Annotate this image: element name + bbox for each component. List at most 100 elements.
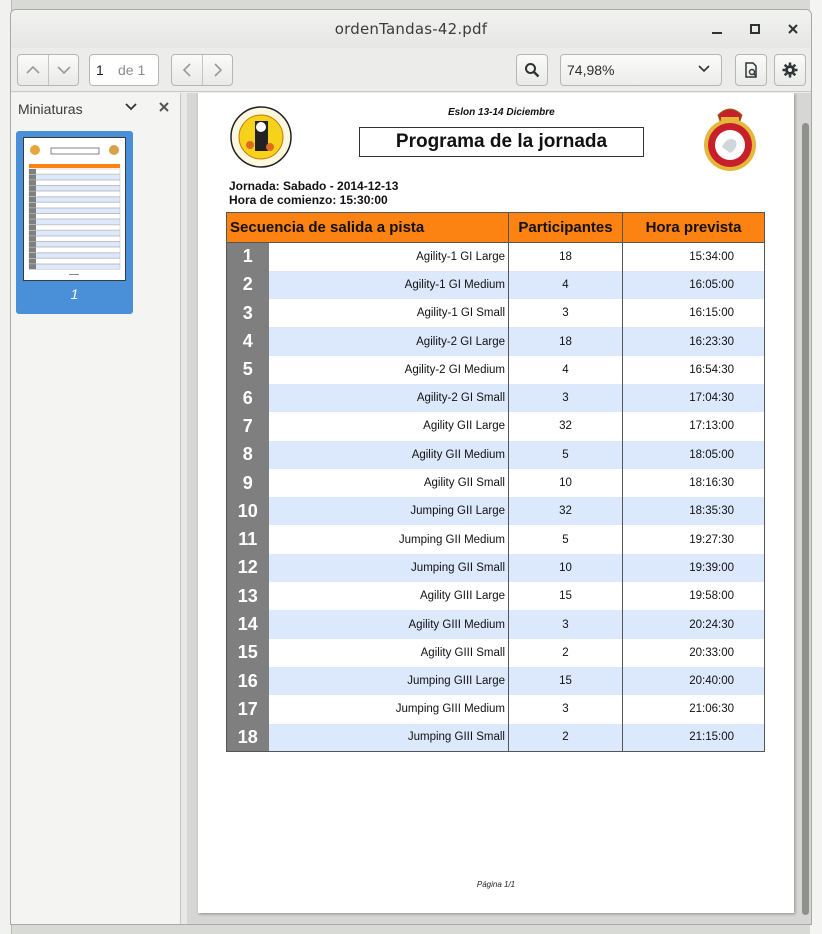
- thumbnail-row: [28, 236, 121, 242]
- row-participants: 4: [508, 355, 623, 384]
- thumbnail-row-index: [29, 208, 36, 214]
- vertical-scrollbar[interactable]: [802, 123, 809, 915]
- row-index: 11: [226, 525, 269, 554]
- next-page-button[interactable]: [48, 54, 78, 85]
- thumbnail-row: [28, 241, 121, 247]
- thumbnail-row: [28, 191, 121, 197]
- chevron-up-icon: [26, 65, 40, 74]
- close-sidebar-button[interactable]: [158, 100, 170, 117]
- real-sociedad-canina-seal: [704, 108, 756, 171]
- row-participants: 3: [508, 383, 623, 413]
- page-nav-group: [17, 53, 79, 86]
- page-number-field[interactable]: 1 de 1: [89, 53, 159, 86]
- maximize-icon: [750, 24, 760, 34]
- row-round-name: Agility-1 GI Small: [268, 299, 509, 328]
- chevron-down-icon[interactable]: [125, 101, 137, 113]
- row-round-name: Jumping GIII Small: [268, 723, 509, 753]
- row-index: 10: [226, 497, 269, 526]
- row-participants: 2: [508, 723, 623, 753]
- thumbnail-page-number: 1: [70, 286, 79, 302]
- row-index: 16: [226, 666, 269, 696]
- page-current-input[interactable]: 1: [90, 62, 114, 78]
- title-bar[interactable]: ordenTandas-42.pdf: [11, 10, 811, 48]
- thumbnail-row-index: [29, 236, 36, 242]
- row-participants: 2: [508, 638, 623, 667]
- row-round-name: Jumping GIII Large: [268, 666, 509, 696]
- zoom-select[interactable]: 74,98%: [560, 54, 722, 86]
- column-expected-time: Hora prevista: [622, 212, 765, 243]
- document-view[interactable]: Eslon 13-14 Diciembre Programa de la jor…: [187, 93, 811, 924]
- history-forward-button[interactable]: [202, 54, 232, 85]
- window-title: ordenTandas-42.pdf: [334, 20, 488, 38]
- row-participants: 15: [508, 582, 623, 611]
- jornada-line: Jornada: Sabado - 2014-12-13: [229, 179, 399, 193]
- history-nav-group: [171, 53, 233, 86]
- row-round-name: Agility-1 GI Medium: [268, 270, 509, 300]
- thumbnail-row-index: [29, 174, 36, 180]
- club-agility-logo: [230, 106, 292, 168]
- row-index: 18: [226, 723, 269, 753]
- row-round-name: Jumping GII Small: [268, 553, 509, 583]
- thumbnail-row-index: [29, 180, 36, 186]
- sidebar-title: Miniaturas: [18, 101, 83, 117]
- row-participants: 32: [508, 412, 623, 441]
- row-index: 8: [226, 440, 269, 469]
- settings-button[interactable]: [774, 54, 806, 86]
- row-expected-time: 15:34:00: [622, 242, 765, 271]
- thumbnail-row: [28, 202, 121, 208]
- search-button[interactable]: [516, 54, 548, 86]
- row-expected-time: 20:24:30: [622, 610, 765, 639]
- thumbnail-row: [28, 219, 121, 225]
- row-round-name: Agility GIII Medium: [268, 610, 509, 639]
- maximize-button[interactable]: [745, 19, 765, 39]
- history-back-button[interactable]: [172, 55, 202, 85]
- row-expected-time: 17:04:30: [622, 383, 765, 413]
- toolbar: 1 de 1 74,98%: [11, 48, 811, 92]
- event-name: Eslon 13-14 Diciembre: [448, 107, 555, 118]
- column-sequence: Secuencia de salida a pista: [226, 212, 509, 243]
- table-row: 13 Agility GIII Large 15 19:58:00: [226, 582, 765, 611]
- row-participants: 5: [508, 525, 623, 554]
- thumbnails-sidebar: Miniaturas 1: [11, 93, 181, 924]
- row-round-name: Agility-2 GI Large: [268, 327, 509, 356]
- thumbnail-row-index: [29, 253, 36, 258]
- thumbnail-row-index: [29, 264, 36, 270]
- row-participants: 10: [508, 468, 623, 498]
- row-expected-time: 16:23:30: [622, 327, 765, 356]
- row-index: 7: [226, 412, 269, 441]
- row-index: 2: [226, 270, 269, 300]
- row-expected-time: 17:13:00: [622, 412, 765, 441]
- close-icon: [159, 102, 169, 112]
- gear-icon: [782, 62, 798, 78]
- thumbnail-page-1[interactable]: 1: [16, 131, 133, 314]
- table-row: 9 Agility GII Small 10 18:16:30: [226, 468, 765, 498]
- previous-page-button[interactable]: [18, 55, 48, 85]
- thumbnail-row-index: [29, 185, 36, 191]
- row-round-name: Jumping GIII Medium: [268, 695, 509, 724]
- document-properties-button[interactable]: [735, 54, 767, 86]
- minimize-button[interactable]: [707, 19, 727, 39]
- table-row: 8 Agility GII Medium 5 18:05:00: [226, 440, 765, 469]
- thumbnail-row-index: [29, 202, 36, 208]
- thumbnail-row: [28, 180, 121, 186]
- row-participants: 3: [508, 695, 623, 724]
- row-participants: 18: [508, 327, 623, 356]
- row-expected-time: 18:05:00: [622, 440, 765, 469]
- thumbnail-row-index: [29, 191, 36, 197]
- row-expected-time: 20:33:00: [622, 638, 765, 667]
- close-button[interactable]: [783, 19, 803, 39]
- row-expected-time: 20:40:00: [622, 666, 765, 696]
- row-round-name: Jumping GII Medium: [268, 525, 509, 554]
- thumbnail-page-preview-icon: [28, 145, 121, 275]
- thumbnail-row: [28, 174, 121, 180]
- thumbnail-row: [28, 264, 121, 270]
- close-icon: [788, 24, 798, 34]
- row-expected-time: 19:27:30: [622, 525, 765, 554]
- row-round-name: Agility-2 GI Medium: [268, 355, 509, 384]
- schedule-table: Secuencia de salida a pista Participante…: [226, 212, 765, 753]
- row-participants: 5: [508, 440, 623, 469]
- row-index: 14: [226, 610, 269, 639]
- thumbnail-row: [28, 247, 121, 253]
- page-total-label: de 1: [118, 61, 146, 78]
- thumbnail-row: [28, 185, 121, 191]
